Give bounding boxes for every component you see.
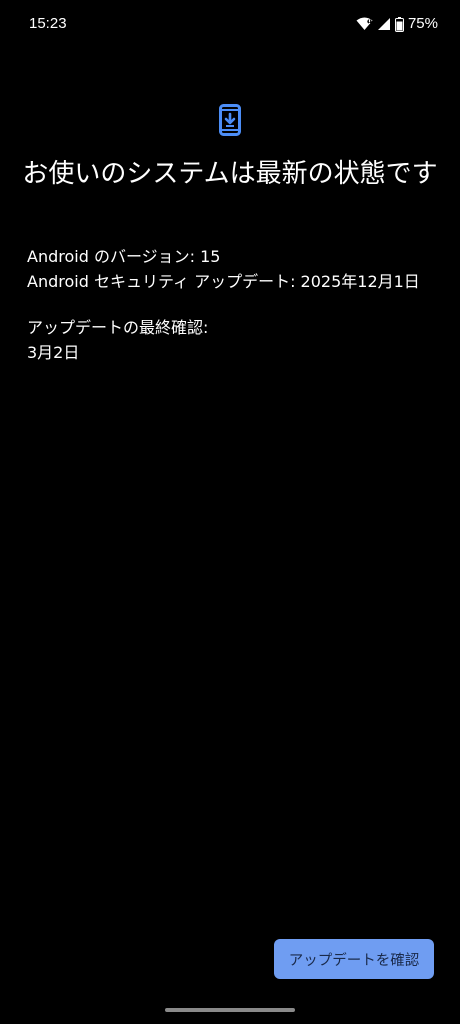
system-update-icon — [219, 104, 241, 136]
security-update-text: Android セキュリティ アップデート: 2025年12月1日 — [27, 272, 420, 291]
update-info: Android のバージョン: 15 Android セキュリティ アップデート… — [27, 244, 447, 365]
last-check-date: 3月2日 — [27, 343, 80, 362]
page-title: お使いのシステムは最新の状態です — [22, 159, 438, 189]
status-icons: 75% — [356, 15, 438, 33]
wifi-icon — [356, 17, 373, 31]
status-bar: 15:23 75% — [0, 0, 460, 48]
status-time: 15:23 — [29, 15, 67, 32]
check-for-update-button[interactable]: アップデートを確認 — [274, 939, 434, 979]
battery-percent: 75% — [407, 15, 438, 32]
last-check-label: アップデートの最終確認: — [27, 318, 209, 337]
battery-icon — [394, 16, 404, 32]
signal-icon — [377, 17, 391, 31]
gesture-navigation-bar[interactable] — [165, 1008, 295, 1012]
android-version-text: Android のバージョン: 15 — [27, 247, 221, 266]
